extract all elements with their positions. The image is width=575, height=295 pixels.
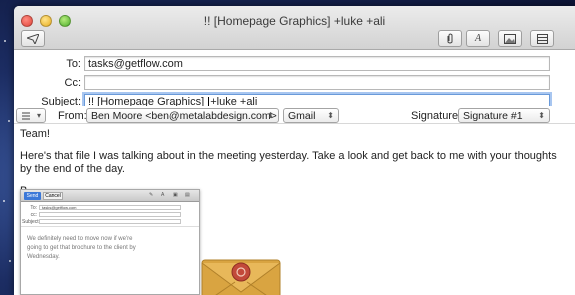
message-text: Here's that file I was talking about in …	[20, 150, 557, 175]
to-label: To:	[66, 58, 81, 70]
attach-button[interactable]	[438, 30, 462, 47]
header-options-menu[interactable]: ▾	[16, 108, 46, 123]
paperclip-icon	[447, 33, 453, 43]
signature-value: Signature #1	[463, 110, 523, 122]
preview-cc-label: cc:	[30, 212, 37, 218]
attached-screenshot[interactable]: Send Cancel ✎ A ▣ ▤ To: tasks@getflow.co…	[20, 189, 200, 295]
preview-cc-field	[39, 212, 181, 217]
greeting-text: Team!	[20, 128, 50, 140]
cc-field[interactable]	[84, 75, 550, 90]
desktop-star	[3, 200, 5, 202]
account-value: Gmail	[288, 110, 316, 122]
photo-browser-button[interactable]	[498, 30, 522, 47]
preview-paperclip-icon: ✎	[149, 192, 154, 198]
account-select[interactable]: Gmail ⬍	[283, 108, 339, 123]
chevron-updown-icon: ⬍	[538, 111, 545, 120]
send-button[interactable]	[21, 30, 45, 47]
photo-browser-icon	[504, 33, 516, 44]
from-signature-row: ▾ From: Ben Moore <ben@metalabdesign.com…	[14, 106, 575, 124]
chevron-down-icon: ▾	[36, 111, 41, 120]
preview-message-text: We definitely need to move now if we're …	[27, 236, 136, 260]
envelope-icon	[201, 259, 281, 295]
chevron-updown-icon: ⬍	[327, 111, 334, 120]
desktop-star	[4, 40, 6, 42]
title-bar: !! [Homepage Graphics] +luke +ali A	[14, 6, 575, 50]
stationery-button[interactable]	[530, 30, 554, 47]
chevron-updown-icon: ⬍	[267, 111, 274, 120]
signature-label: Signature:	[411, 110, 462, 122]
from-value: Ben Moore <ben@metalabdesign.com>	[91, 110, 277, 122]
signature-select[interactable]: Signature #1 ⬍	[458, 108, 550, 123]
preview-subject-label: Subject:	[22, 219, 41, 225]
paper-plane-icon	[27, 33, 39, 44]
desktop-star	[8, 120, 10, 122]
compose-window: !! [Homepage Graphics] +luke +ali A To: …	[14, 6, 575, 295]
preview-cancel-button: Cancel	[43, 192, 63, 200]
desktop-star	[9, 260, 11, 262]
from-select[interactable]: Ben Moore <ben@metalabdesign.com> ⬍	[86, 108, 279, 123]
preview-toolbar: Send Cancel ✎ A ▣ ▤	[21, 190, 199, 202]
stationery-icon	[536, 33, 548, 44]
preview-stationery-icon: ▤	[185, 192, 190, 198]
from-label: From:	[58, 110, 87, 122]
preview-fields: To: tasks@getflow.com cc: Subject:	[21, 203, 199, 227]
format-button[interactable]: A	[466, 30, 490, 47]
window-title: !! [Homepage Graphics] +luke +ali	[203, 14, 386, 28]
preview-to-field: tasks@getflow.com	[39, 205, 181, 210]
cc-label: Cc:	[64, 77, 82, 89]
preview-to-label: To:	[30, 205, 37, 211]
font-A-icon: A	[474, 33, 482, 44]
to-field[interactable]: tasks@getflow.com	[84, 56, 550, 71]
preview-font-icon: A	[161, 192, 165, 198]
preview-photo-icon: ▣	[173, 192, 178, 198]
preview-send-button: Send	[24, 192, 41, 200]
preview-subject-field	[39, 219, 181, 224]
list-icon	[22, 112, 30, 120]
